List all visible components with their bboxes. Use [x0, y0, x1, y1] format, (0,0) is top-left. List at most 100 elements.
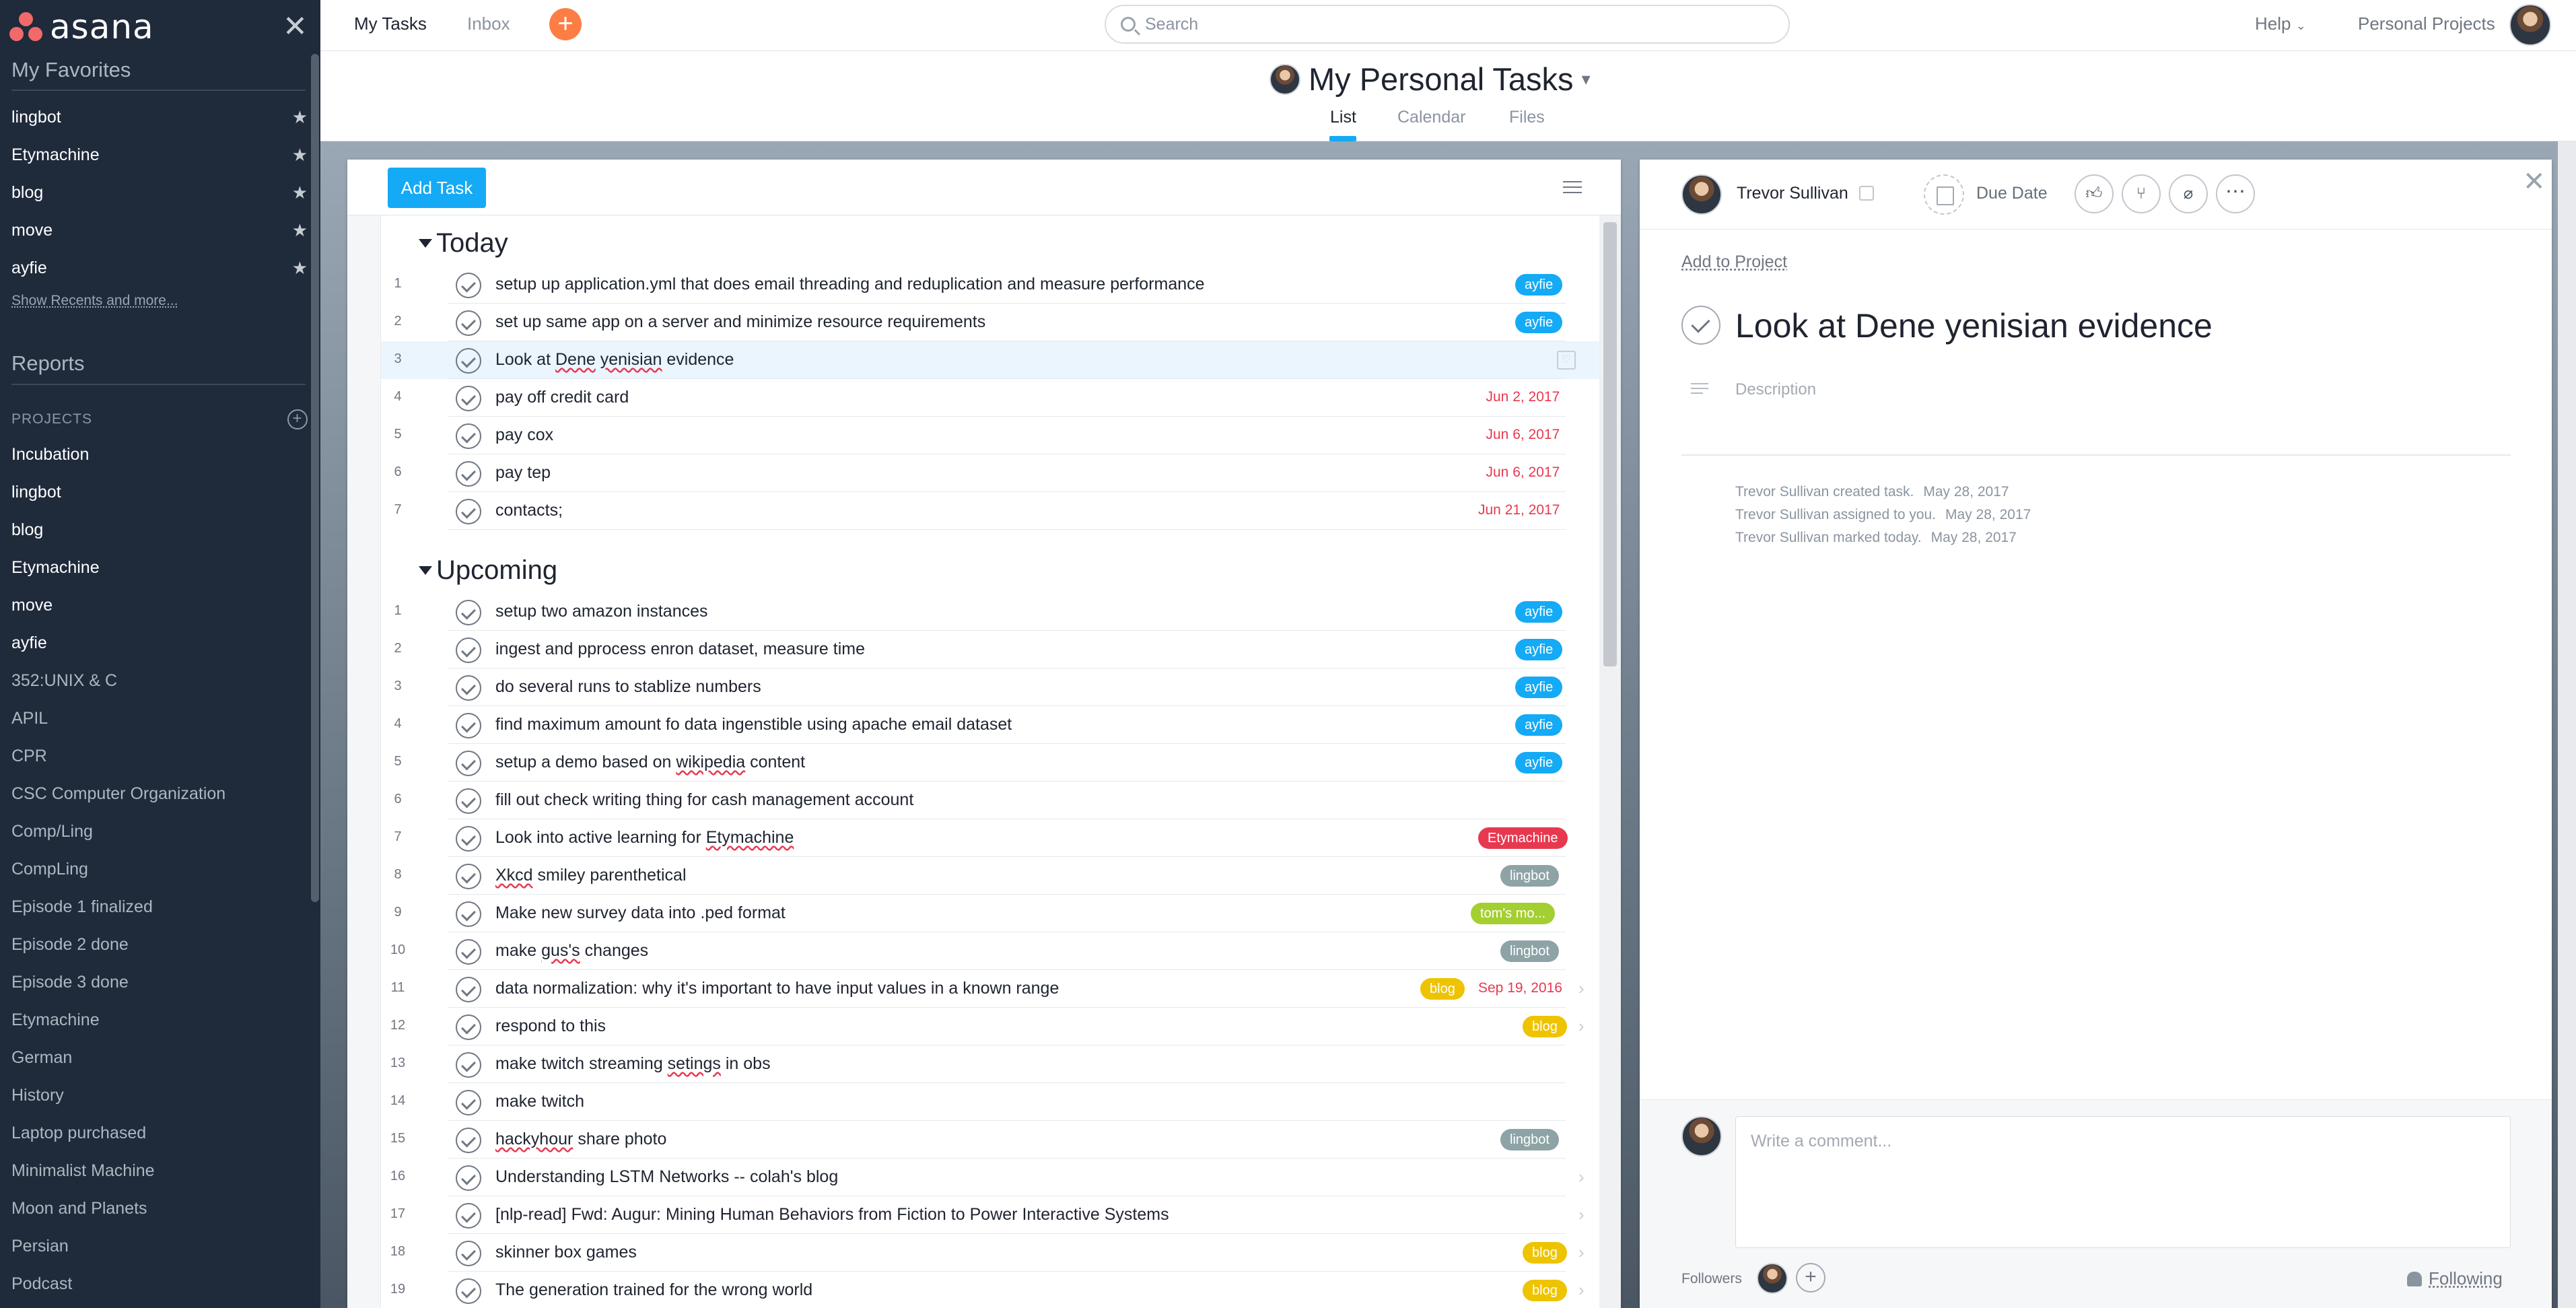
task-name[interactable]: The generation trained for the wrong wor… [495, 1280, 812, 1300]
sidebar-project-item[interactable]: lingbot [11, 483, 61, 502]
task-complete-checkbox[interactable] [456, 788, 481, 814]
following-toggle[interactable]: Following [2407, 1268, 2503, 1289]
more-actions-icon[interactable]: ⋯ [2216, 174, 2255, 213]
private-icon[interactable] [1859, 186, 1874, 201]
task-row[interactable]: 7 Look into active learning for Etymachin… [381, 819, 1599, 857]
task-row[interactable]: 7 contacts; Jun 21, 2017 [381, 492, 1599, 530]
sidebar-project-item[interactable]: move [11, 596, 53, 615]
sidebar-project-item[interactable]: ayfie [11, 633, 47, 653]
task-name[interactable]: skinner box games [495, 1243, 637, 1262]
tab-list[interactable]: List [1330, 108, 1356, 127]
star-icon[interactable]: ★ [292, 145, 308, 166]
task-complete-checkbox[interactable] [456, 713, 481, 738]
due-date[interactable]: Jun 2, 2017 [1486, 389, 1560, 405]
sidebar-project-item[interactable]: Etymachine [11, 558, 100, 578]
user-avatar[interactable] [2509, 4, 2551, 46]
sidebar-project-item[interactable]: Comp/Ling [11, 822, 93, 841]
sidebar-project-item[interactable]: History [11, 1086, 64, 1105]
project-tag[interactable]: ayfie [1515, 677, 1563, 698]
task-complete-checkbox[interactable] [456, 751, 481, 776]
task-complete-checkbox[interactable] [456, 977, 481, 1002]
asana-logo[interactable]: asana [9, 7, 154, 47]
project-tag[interactable]: ayfie [1515, 312, 1563, 333]
star-icon[interactable]: ★ [292, 182, 308, 203]
task-name[interactable]: [nlp-read] Fwd: Augur: Mining Human Beha… [495, 1205, 1169, 1225]
like-icon[interactable]: 👍︎ [2075, 174, 2114, 213]
chevron-right-icon[interactable]: › [1578, 1204, 1585, 1225]
task-row[interactable]: 12 respond to this › blog [381, 1008, 1599, 1045]
task-complete-checkbox[interactable] [456, 638, 481, 663]
task-row[interactable]: 14 make twitch [381, 1083, 1599, 1121]
collapse-triangle-icon[interactable] [419, 566, 432, 575]
project-tag[interactable]: tom's mo... [1471, 903, 1556, 924]
sidebar-project-item[interactable]: Laptop purchased [11, 1124, 146, 1143]
tab-files[interactable]: Files [1509, 108, 1545, 127]
task-name[interactable]: hackyhour share photo [495, 1130, 666, 1149]
chevron-right-icon[interactable]: › [1578, 978, 1585, 999]
page-title[interactable]: My Personal Tasks ▾ [1269, 61, 1591, 98]
task-complete-checkbox[interactable] [456, 273, 481, 298]
task-complete-checkbox[interactable] [456, 310, 481, 336]
task-row[interactable]: 13 make twitch streaming setings in obs [381, 1045, 1599, 1083]
task-name[interactable]: pay tep [495, 463, 551, 483]
task-row[interactable]: 10 make gus's changes lingbot [381, 932, 1599, 970]
task-name[interactable]: setup two amazon instances [495, 602, 708, 621]
sidebar-project-item[interactable]: CPR [11, 747, 47, 766]
attachment-icon[interactable]: ⌀ [2169, 174, 2208, 213]
task-name[interactable]: make twitch [495, 1092, 584, 1111]
task-complete-checkbox[interactable] [456, 461, 481, 487]
task-complete-checkbox[interactable] [456, 1165, 481, 1191]
description-field[interactable]: Description [1735, 380, 1816, 399]
my-tasks-link[interactable]: My Tasks [354, 13, 427, 34]
task-row[interactable]: 4 pay off credit card Jun 2, 2017 [381, 379, 1599, 417]
sidebar-project-item[interactable]: blog [11, 520, 43, 540]
due-date[interactable]: Jun 6, 2017 [1486, 464, 1560, 481]
quick-add-button[interactable]: + [549, 8, 582, 40]
due-date-field[interactable]: Due Date [1976, 184, 2048, 203]
comment-input[interactable]: Write a comment... [1735, 1116, 2511, 1248]
task-row[interactable]: 17 [nlp-read] Fwd: Augur: Mining Human Be… [381, 1196, 1599, 1234]
subtask-icon[interactable]: ⑂ [2122, 174, 2161, 213]
reports-heading[interactable]: Reports [11, 351, 85, 376]
page-scrollbar[interactable] [2558, 141, 2576, 1308]
task-row[interactable]: 2 set up same app on a server and minimiz… [381, 304, 1599, 341]
task-row[interactable]: 5 setup a demo based on wikipedia content… [381, 744, 1599, 782]
task-row[interactable]: 9 Make new survey data into .ped format to… [381, 895, 1599, 932]
task-complete-checkbox[interactable] [456, 1052, 481, 1078]
add-to-project-link[interactable]: Add to Project [1681, 252, 1787, 272]
task-complete-checkbox[interactable] [456, 423, 481, 449]
task-complete-checkbox[interactable] [456, 1090, 481, 1115]
task-row[interactable]: 4 find maximum amount fo data ingenstible… [381, 706, 1599, 744]
sidebar-project-item[interactable]: Etymachine [11, 1010, 100, 1030]
project-tag[interactable]: ayfie [1515, 601, 1563, 623]
task-row[interactable]: 16 Understanding LSTM Networks -- colah's… [381, 1159, 1599, 1196]
project-tag[interactable]: blog [1523, 1242, 1567, 1264]
project-tag[interactable]: ayfie [1515, 639, 1563, 660]
task-row[interactable]: 6 pay tep Jun 6, 2017 [381, 454, 1599, 492]
due-date[interactable]: Jun 21, 2017 [1478, 502, 1560, 518]
task-complete-checkbox[interactable] [456, 1241, 481, 1266]
add-task-button[interactable]: Add Task [388, 168, 486, 208]
project-tag[interactable]: lingbot [1500, 940, 1559, 962]
task-name[interactable]: Make new survey data into .ped format [495, 903, 786, 923]
close-icon[interactable]: ✕ [2523, 166, 2546, 197]
star-icon[interactable]: ★ [292, 107, 308, 128]
favorites-heading[interactable]: My Favorites [11, 58, 131, 82]
add-project-icon[interactable]: + [287, 409, 308, 429]
section-header[interactable]: Today [419, 228, 508, 259]
task-name[interactable]: setup a demo based on wikipedia content [495, 753, 805, 772]
task-name[interactable]: Look into active learning for Etymachine [495, 828, 794, 848]
sidebar-project-item[interactable]: Minimalist Machine [11, 1161, 155, 1181]
help-menu[interactable]: Help ⌄ [2255, 13, 2306, 34]
task-complete-checkbox[interactable] [456, 1014, 481, 1040]
follower-avatar[interactable] [1757, 1263, 1788, 1294]
project-tag[interactable]: Etymachine [1478, 827, 1568, 849]
assignee-name[interactable]: Trevor Sullivan [1737, 184, 1848, 203]
favorite-item[interactable]: ayfie ★ [11, 249, 308, 287]
task-row[interactable]: 1 setup up application.yml that does emai… [381, 266, 1599, 304]
task-row[interactable]: 3 do several runs to stablize numbers ayfi… [381, 668, 1599, 706]
task-title[interactable]: Look at Dene yenisian evidence [1735, 306, 2213, 345]
task-name[interactable]: respond to this [495, 1017, 606, 1036]
task-name[interactable]: make gus's changes [495, 941, 648, 961]
add-follower-icon[interactable]: + [1796, 1263, 1825, 1293]
